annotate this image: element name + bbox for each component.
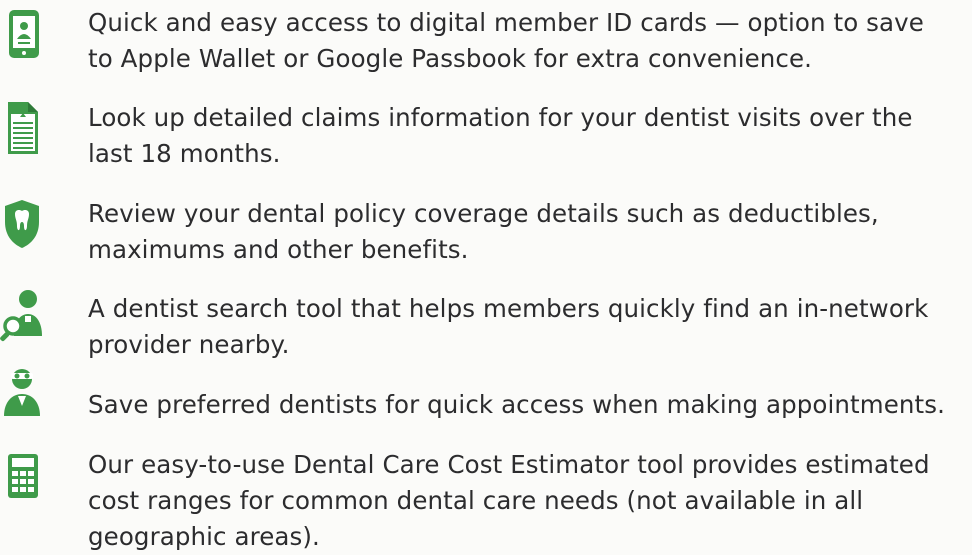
mobile-id-card-icon (0, 6, 44, 62)
dentist-person-icon (0, 364, 44, 420)
feature-text: A dentist search tool that helps members… (88, 294, 929, 359)
calculator-icon (0, 450, 44, 506)
feature-text: Quick and easy access to digital member … (88, 8, 924, 73)
feature-text: Look up detailed claims information for … (88, 103, 913, 168)
feature-text: Review your dental policy coverage detai… (88, 199, 879, 264)
tooth-shield-icon (0, 196, 44, 252)
feature-text: Save preferred dentists for quick access… (88, 390, 945, 419)
feature-text: Our easy-to-use Dental Care Cost Estimat… (88, 450, 930, 551)
dentist-search-icon (0, 286, 44, 342)
claims-document-icon (0, 100, 44, 156)
